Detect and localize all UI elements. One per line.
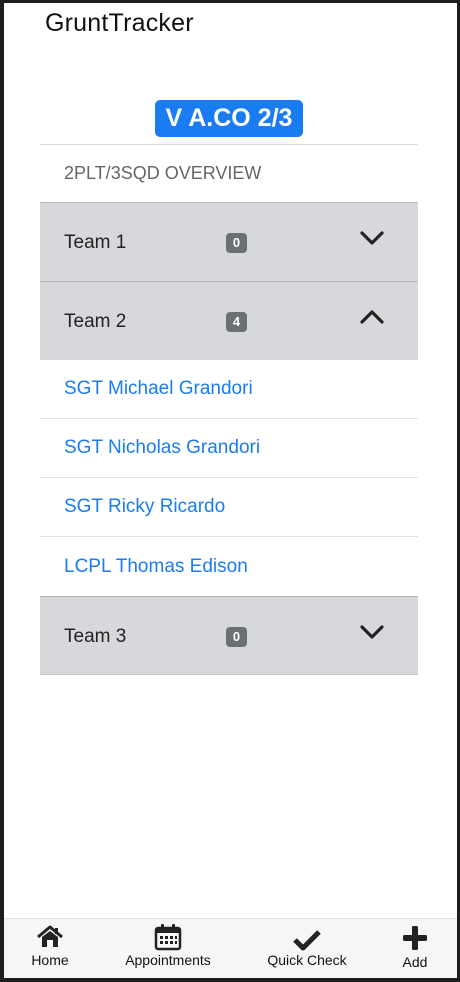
plus-icon — [403, 926, 427, 950]
team-row-3[interactable]: Team 3 0 — [40, 596, 418, 675]
tab-add[interactable]: Add — [389, 919, 441, 978]
tab-label: Home — [31, 952, 69, 968]
team-2-members: SGT Michael Grandori SGT Nicholas Grando… — [40, 360, 418, 596]
unit-badge: V A.CO 2/3 — [155, 100, 303, 137]
tab-label: Quick Check — [267, 952, 347, 968]
team-label: Team 2 — [64, 311, 127, 332]
tab-label: Add — [402, 954, 428, 970]
home-icon — [37, 925, 63, 947]
team-label: Team 3 — [64, 626, 127, 647]
overview-header: 2PLT/3SQD OVERVIEW — [40, 144, 418, 202]
check-icon — [293, 930, 321, 951]
team-count-badge: 0 — [226, 627, 247, 647]
chevron-down-icon[interactable] — [360, 230, 384, 246]
calendar-icon — [154, 924, 182, 951]
team-count-badge: 4 — [226, 312, 247, 332]
team-row-1[interactable]: Team 1 0 — [40, 202, 418, 281]
team-count-badge: 0 — [226, 233, 247, 253]
tab-label: Appointments — [125, 952, 211, 968]
bottom-tab-bar: Home Appointments Quick Check Add — [4, 918, 457, 978]
squad-overview-list: 2PLT/3SQD OVERVIEW Team 1 0 Team 2 4 SGT… — [40, 144, 418, 675]
chevron-down-icon[interactable] — [360, 624, 384, 640]
app-title: GruntTracker — [45, 9, 194, 37]
member-link[interactable]: SGT Nicholas Grandori — [40, 419, 418, 478]
member-link[interactable]: SGT Michael Grandori — [40, 360, 418, 419]
team-label: Team 1 — [64, 232, 127, 253]
app-screen: GruntTracker V A.CO 2/3 2PLT/3SQD OVERVI… — [4, 3, 457, 978]
member-link[interactable]: SGT Ricky Ricardo — [40, 478, 418, 537]
chevron-up-icon[interactable] — [360, 309, 384, 325]
team-row-2[interactable]: Team 2 4 — [40, 281, 418, 360]
tab-quick-check[interactable]: Quick Check — [257, 919, 357, 978]
tab-appointments[interactable]: Appointments — [118, 919, 218, 978]
member-link[interactable]: LCPL Thomas Edison — [40, 537, 418, 596]
tab-home[interactable]: Home — [19, 919, 81, 978]
